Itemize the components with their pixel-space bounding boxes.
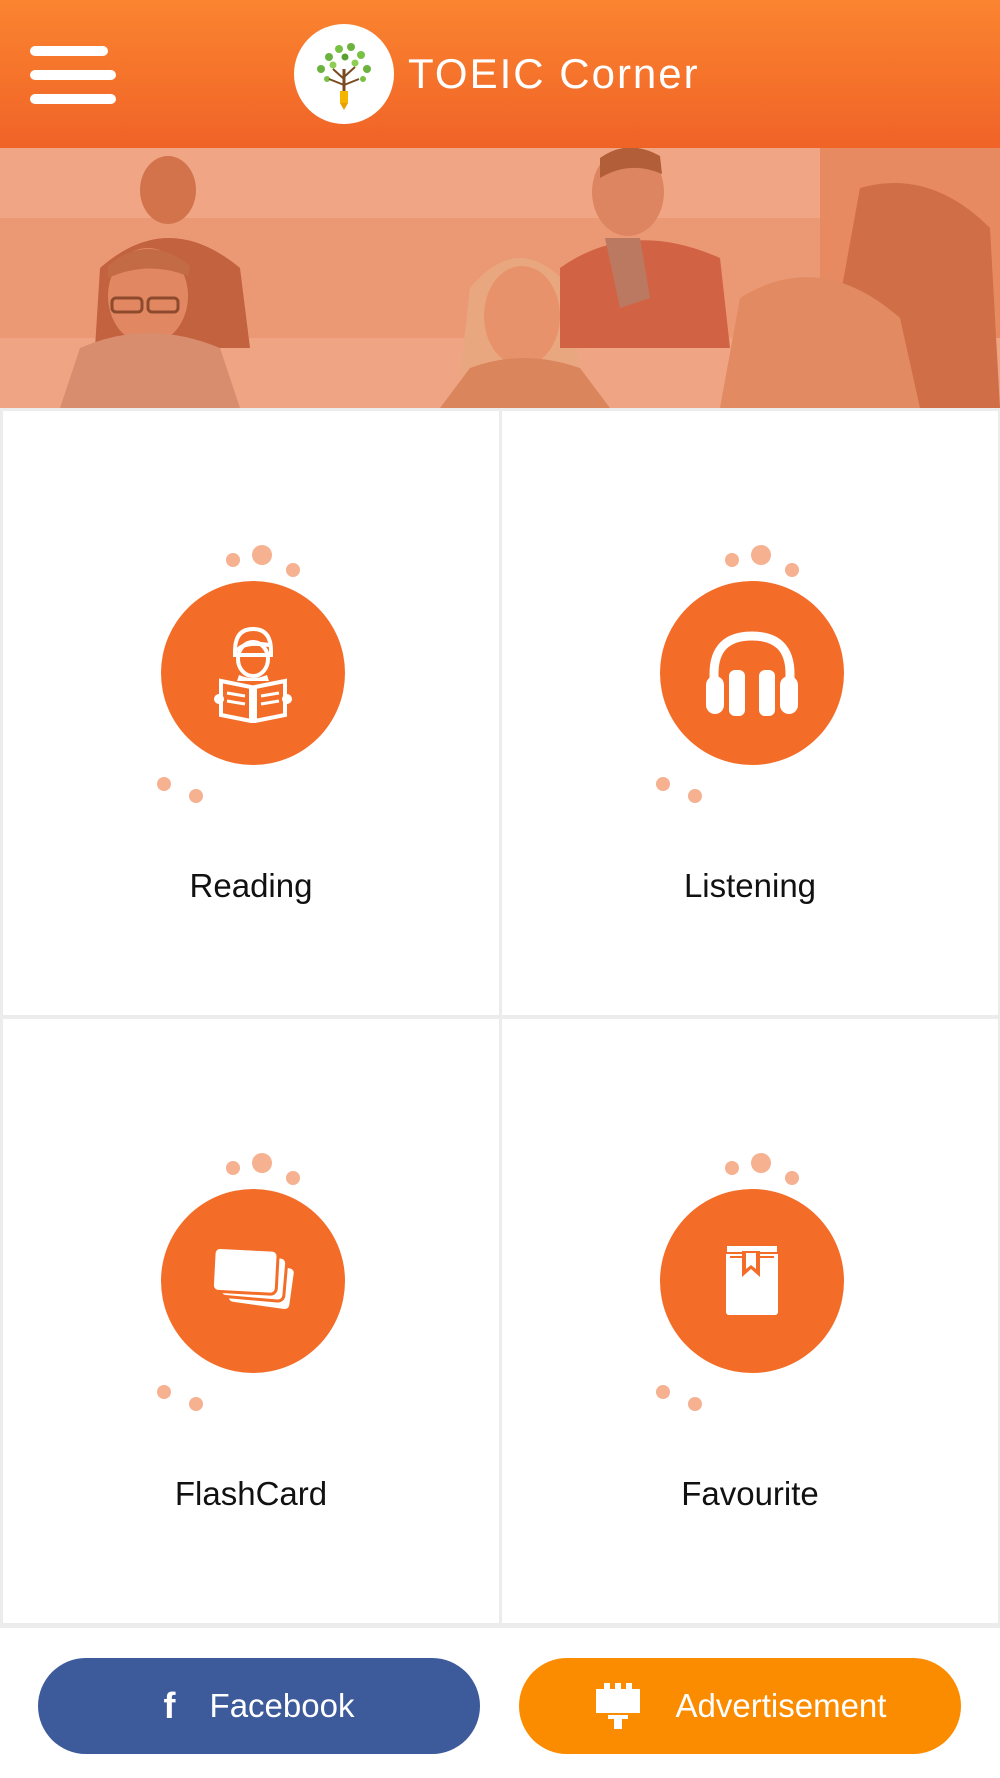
flashcard-icon-wrap — [141, 1149, 361, 1411]
decor-dot — [751, 545, 771, 565]
tree-logo-icon — [294, 24, 394, 124]
decor-dot — [656, 777, 670, 791]
decor-dot — [785, 1171, 799, 1185]
decor-dot — [226, 1161, 240, 1175]
menu-icon-line — [30, 94, 116, 104]
tile-label: Listening — [683, 867, 817, 904]
students-banner-image — [0, 148, 1000, 408]
menu-icon-line — [30, 70, 116, 80]
advertisement-button[interactable]: Advertisement — [519, 1658, 961, 1754]
tile-label: Reading — [189, 867, 313, 904]
listening-tile[interactable]: Listening — [502, 411, 998, 1015]
app-header: TOEIC Corner — [0, 0, 1000, 148]
decor-dot — [725, 1161, 739, 1175]
decor-dot — [725, 553, 739, 567]
billboard-icon — [594, 1683, 642, 1729]
menu-button[interactable] — [28, 44, 120, 106]
listening-icon-wrap — [640, 541, 860, 803]
facebook-button-label: Facebook — [209, 1687, 355, 1724]
reading-student-icon — [161, 581, 345, 765]
decor-dot — [157, 1385, 171, 1399]
tile-label: Favourite — [681, 1475, 819, 1512]
decor-dot — [656, 1385, 670, 1399]
brand: TOEIC Corner — [294, 24, 700, 124]
flashcards-icon — [161, 1189, 345, 1373]
facebook-button[interactable]: f Facebook — [38, 1658, 480, 1754]
decor-dot — [751, 1153, 771, 1173]
favourite-tile[interactable]: Favourite — [502, 1019, 998, 1623]
menu-grid: Reading Listening FlashCard Favourite — [0, 408, 1000, 1628]
reading-icon-wrap — [141, 541, 361, 803]
advertisement-button-label: Advertisement — [675, 1687, 887, 1724]
decor-dot — [286, 1171, 300, 1185]
menu-icon-line — [30, 46, 108, 56]
decor-dot — [688, 789, 702, 803]
decor-dot — [226, 553, 240, 567]
favourite-icon-wrap — [640, 1149, 860, 1411]
decor-dot — [157, 777, 171, 791]
decor-dot — [189, 1397, 203, 1411]
headphones-icon — [660, 581, 844, 765]
decor-dot — [189, 789, 203, 803]
bookmark-book-icon — [660, 1189, 844, 1373]
flashcard-tile[interactable]: FlashCard — [3, 1019, 499, 1623]
decor-dot — [252, 1153, 272, 1173]
decor-dot — [252, 545, 272, 565]
app-title: TOEIC Corner — [408, 50, 700, 97]
footer-bar: f Facebook Advertisement — [0, 1628, 1000, 1778]
reading-tile[interactable]: Reading — [3, 411, 499, 1015]
decor-dot — [286, 563, 300, 577]
decor-dot — [688, 1397, 702, 1411]
facebook-icon: f — [163, 1685, 176, 1726]
decor-dot — [785, 563, 799, 577]
tile-label: FlashCard — [174, 1475, 328, 1512]
